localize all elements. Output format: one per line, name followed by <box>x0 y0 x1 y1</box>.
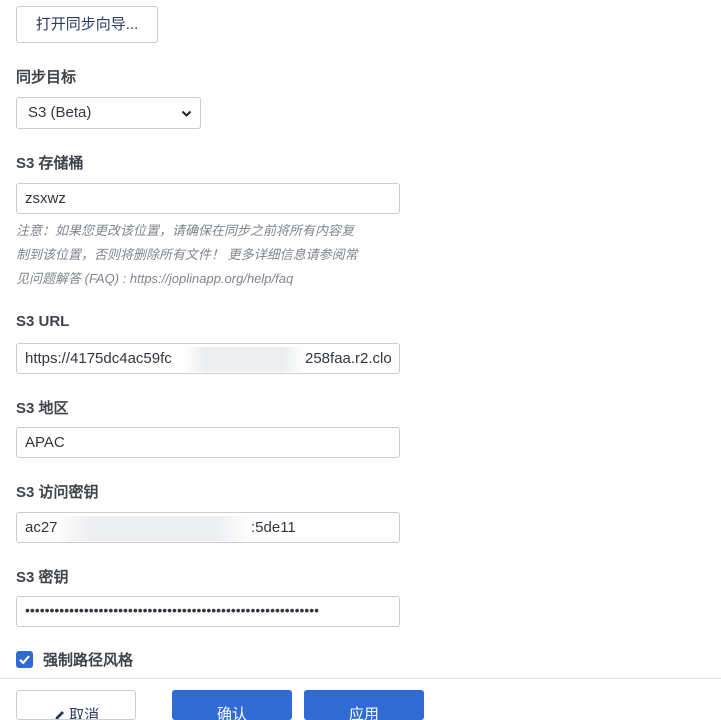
s3-access-key-input[interactable]: ac27 :5de11 <box>16 512 400 543</box>
note-line: 制到该位置，否则将删除所有文件！ 更多详细信息请参阅常 <box>16 247 358 262</box>
s3-url-value-end: 258faa.r2.clo <box>305 350 392 367</box>
footer-divider <box>0 678 721 679</box>
s3-url-label: S3 URL <box>16 313 70 330</box>
checkmark-icon <box>19 655 30 665</box>
cancel-button[interactable]: 取消 <box>16 690 136 720</box>
apply-button[interactable]: 应用 <box>304 690 424 720</box>
ok-button-label: 确认 <box>216 706 247 720</box>
open-sync-wizard-button[interactable]: 打开同步向导... <box>16 6 158 43</box>
s3-secret-input[interactable]: ••••••••••••••••••••••••••••••••••••••••… <box>16 596 400 627</box>
s3-access-key-value-start: ac27 <box>25 519 58 536</box>
s3-bucket-note: 注意：如果您更改该位置，请确保在同步之前将所有内容复 制到该位置，否则将删除所有… <box>16 219 406 291</box>
chevron-down-icon <box>181 110 192 117</box>
note-line: 见问题解答 (FAQ) : https://joplinapp.org/help… <box>16 271 294 286</box>
force-path-style-checkbox[interactable] <box>16 651 33 668</box>
s3-bucket-value: zsxwz <box>25 190 66 207</box>
cancel-button-text: 取消 <box>69 707 100 720</box>
cancel-button-label: 取消 <box>53 707 100 720</box>
s3-region-label: S3 地区 <box>16 400 69 417</box>
redaction-blur <box>55 516 251 541</box>
s3-bucket-label: S3 存储桶 <box>16 155 84 172</box>
sync-target-label: 同步目标 <box>16 69 77 86</box>
redaction-blur <box>183 347 305 372</box>
s3-secret-masked-value: ••••••••••••••••••••••••••••••••••••••••… <box>25 602 320 618</box>
sync-target-selected-value: S3 (Beta) <box>28 104 92 121</box>
ok-button[interactable]: 确认 <box>172 690 292 720</box>
s3-access-key-label: S3 访问密钥 <box>16 484 99 501</box>
s3-bucket-input[interactable]: zsxwz <box>16 183 400 214</box>
force-path-style-label: 强制路径风格 <box>43 652 134 669</box>
apply-button-label: 应用 <box>348 706 379 720</box>
s3-url-value-start: https://4175dc4ac59fc <box>25 350 172 367</box>
s3-region-input[interactable]: APAC <box>16 427 400 458</box>
s3-secret-label: S3 密钥 <box>16 569 69 586</box>
s3-region-value: APAC <box>25 434 65 451</box>
sync-target-select[interactable]: S3 (Beta) <box>16 97 201 129</box>
note-line: 注意：如果您更改该位置，请确保在同步之前将所有内容复 <box>16 223 355 238</box>
s3-access-key-value-end: :5de11 <box>251 519 296 536</box>
edit-icon <box>55 711 64 719</box>
s3-url-input[interactable]: https://4175dc4ac59fc 258faa.r2.clo <box>16 343 400 374</box>
